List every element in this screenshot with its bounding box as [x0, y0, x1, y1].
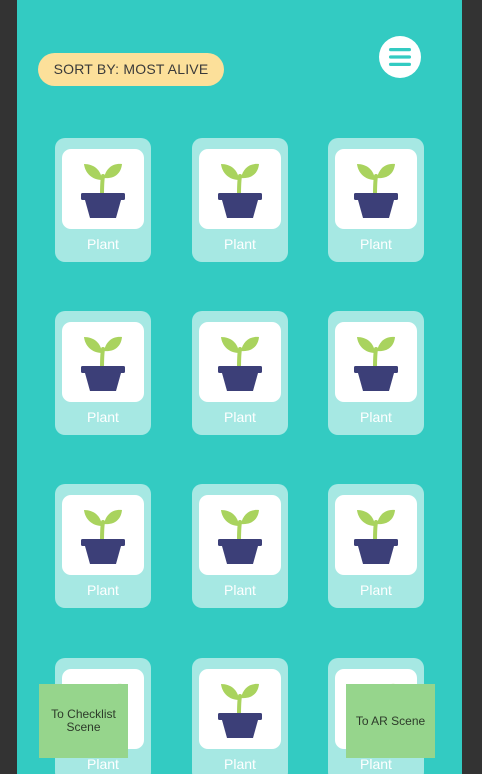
plant-card[interactable]: Plant — [192, 138, 288, 262]
plant-card[interactable]: Plant — [55, 138, 151, 262]
potted-sprout-icon — [354, 336, 398, 391]
plant-label: Plant — [360, 582, 392, 598]
plant-card[interactable]: Plant — [192, 311, 288, 435]
hamburger-menu-icon — [389, 48, 411, 66]
plant-label: Plant — [87, 582, 119, 598]
sort-button[interactable]: SORT BY: MOST ALIVE — [38, 53, 224, 86]
plant-thumbnail — [335, 149, 417, 229]
to-checklist-scene-label: To Checklist Scene — [51, 707, 116, 734]
plant-card[interactable]: Plant — [328, 138, 424, 262]
plant-label: Plant — [224, 409, 256, 425]
plant-thumbnail — [62, 495, 144, 575]
menu-button[interactable] — [379, 36, 421, 78]
potted-sprout-icon — [81, 336, 125, 391]
potted-sprout-icon — [81, 509, 125, 564]
potted-sprout-icon — [218, 336, 262, 391]
plant-thumbnail — [62, 149, 144, 229]
potted-sprout-icon — [218, 509, 262, 564]
plant-thumbnail — [199, 149, 281, 229]
plant-card[interactable]: Plant — [192, 484, 288, 608]
potted-sprout-icon — [354, 509, 398, 564]
plant-label: Plant — [360, 756, 392, 772]
plant-label: Plant — [87, 756, 119, 772]
plant-card[interactable]: Plant — [328, 484, 424, 608]
potted-sprout-icon — [218, 683, 262, 738]
plant-card[interactable]: Plant — [328, 311, 424, 435]
plant-label: Plant — [224, 236, 256, 252]
plant-grid: Plant Plant Plant Plant Plant Plant Plant Plant… — [55, 138, 424, 774]
plant-card[interactable]: Plant — [55, 484, 151, 608]
potted-sprout-icon — [354, 163, 398, 218]
plant-thumbnail — [199, 669, 281, 749]
plant-thumbnail — [335, 495, 417, 575]
plant-card[interactable]: Plant — [192, 658, 288, 774]
to-ar-scene-button[interactable]: To AR Scene — [346, 684, 435, 758]
potted-sprout-icon — [218, 163, 262, 218]
to-ar-scene-label: To AR Scene — [355, 713, 426, 728]
to-checklist-scene-button[interactable]: To Checklist Scene — [39, 684, 128, 758]
plant-label: Plant — [360, 236, 392, 252]
plant-card[interactable]: Plant — [55, 311, 151, 435]
plant-label: Plant — [87, 236, 119, 252]
plant-thumbnail — [199, 495, 281, 575]
plant-label: Plant — [224, 582, 256, 598]
plant-thumbnail — [199, 322, 281, 402]
potted-sprout-icon — [81, 163, 125, 218]
plant-label: Plant — [87, 409, 119, 425]
plant-label: Plant — [224, 756, 256, 772]
plant-label: Plant — [360, 409, 392, 425]
plant-thumbnail — [335, 322, 417, 402]
plant-thumbnail — [62, 322, 144, 402]
plant-collection-screen: SORT BY: MOST ALIVE Plant Plant Plant Plant… — [17, 0, 462, 774]
